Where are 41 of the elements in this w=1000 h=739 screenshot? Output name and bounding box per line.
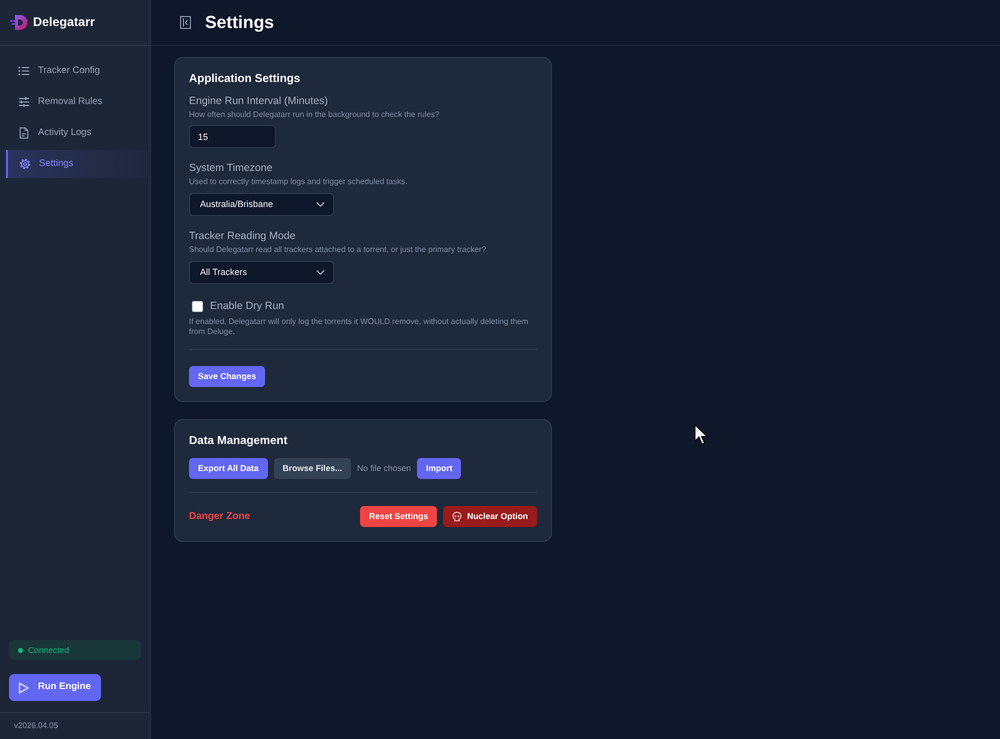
status-label: Connected — [28, 644, 70, 656]
play-icon — [18, 682, 29, 694]
skull-icon — [452, 511, 462, 522]
checkbox[interactable] — [192, 300, 203, 312]
field-hint: If enabled, Delegatarr will only log the torrents it WOULD remove, without actually deleting them from Deluge. — [189, 317, 530, 336]
save-changes-button[interactable]: Save Changes — [189, 366, 266, 387]
mouse-cursor-icon — [694, 424, 708, 445]
sidebar-item[interactable]: Removal Rules — [6, 88, 150, 116]
field-hint: Should Delegatarr read all trackers attached to a torrent, or just the primary tracker? — [189, 245, 488, 255]
card-title: Data Management — [189, 434, 288, 449]
document-icon — [18, 127, 30, 139]
field-hint: How often should Delegatarr run in the background to check the rules? — [189, 110, 440, 120]
page-title: Settings — [205, 12, 274, 33]
number-input[interactable]: 15 — [189, 125, 276, 148]
field-hint: Used to correctly timestamp logs and trigger scheduled tasks. — [189, 177, 408, 187]
select-dropdown[interactable]: Australia/Brisbane — [189, 193, 334, 216]
field-label: Engine Run Interval (Minutes) — [189, 94, 329, 108]
status-dot-icon — [18, 648, 23, 652]
sidebar-item[interactable]: Activity Logs — [6, 119, 150, 147]
import-button[interactable]: Import — [417, 458, 462, 479]
logo-icon — [9, 13, 28, 32]
field-label: System Timezone — [189, 161, 274, 175]
nuclear-option-button[interactable]: Nuclear Option — [443, 506, 537, 527]
version-label: v2026.04.05 — [14, 720, 58, 732]
danger-zone-heading: Danger Zone — [189, 510, 250, 524]
gear-icon — [19, 158, 31, 170]
checkbox-label: Enable Dry Run — [210, 299, 284, 313]
panel-toggle-icon[interactable] — [180, 16, 191, 29]
file-status-text: No file chosen — [357, 462, 412, 475]
select-dropdown[interactable]: All Trackers — [189, 261, 334, 284]
reset-settings-button[interactable]: Reset Settings — [360, 506, 438, 527]
export-button[interactable]: Export All Data — [189, 458, 268, 479]
sidebar-item[interactable]: Settings — [6, 150, 150, 178]
sliders-icon — [18, 96, 30, 108]
field-label: Tracker Reading Mode — [189, 229, 296, 243]
sidebar-item[interactable]: Tracker Config — [6, 57, 150, 85]
browse-files-button[interactable]: Browse Files... — [274, 458, 352, 479]
app-name: Delegatarr — [33, 14, 95, 32]
run-engine-button[interactable]: Run Engine — [9, 674, 101, 701]
list-icon — [18, 65, 30, 77]
card-title: Application Settings — [189, 72, 302, 87]
